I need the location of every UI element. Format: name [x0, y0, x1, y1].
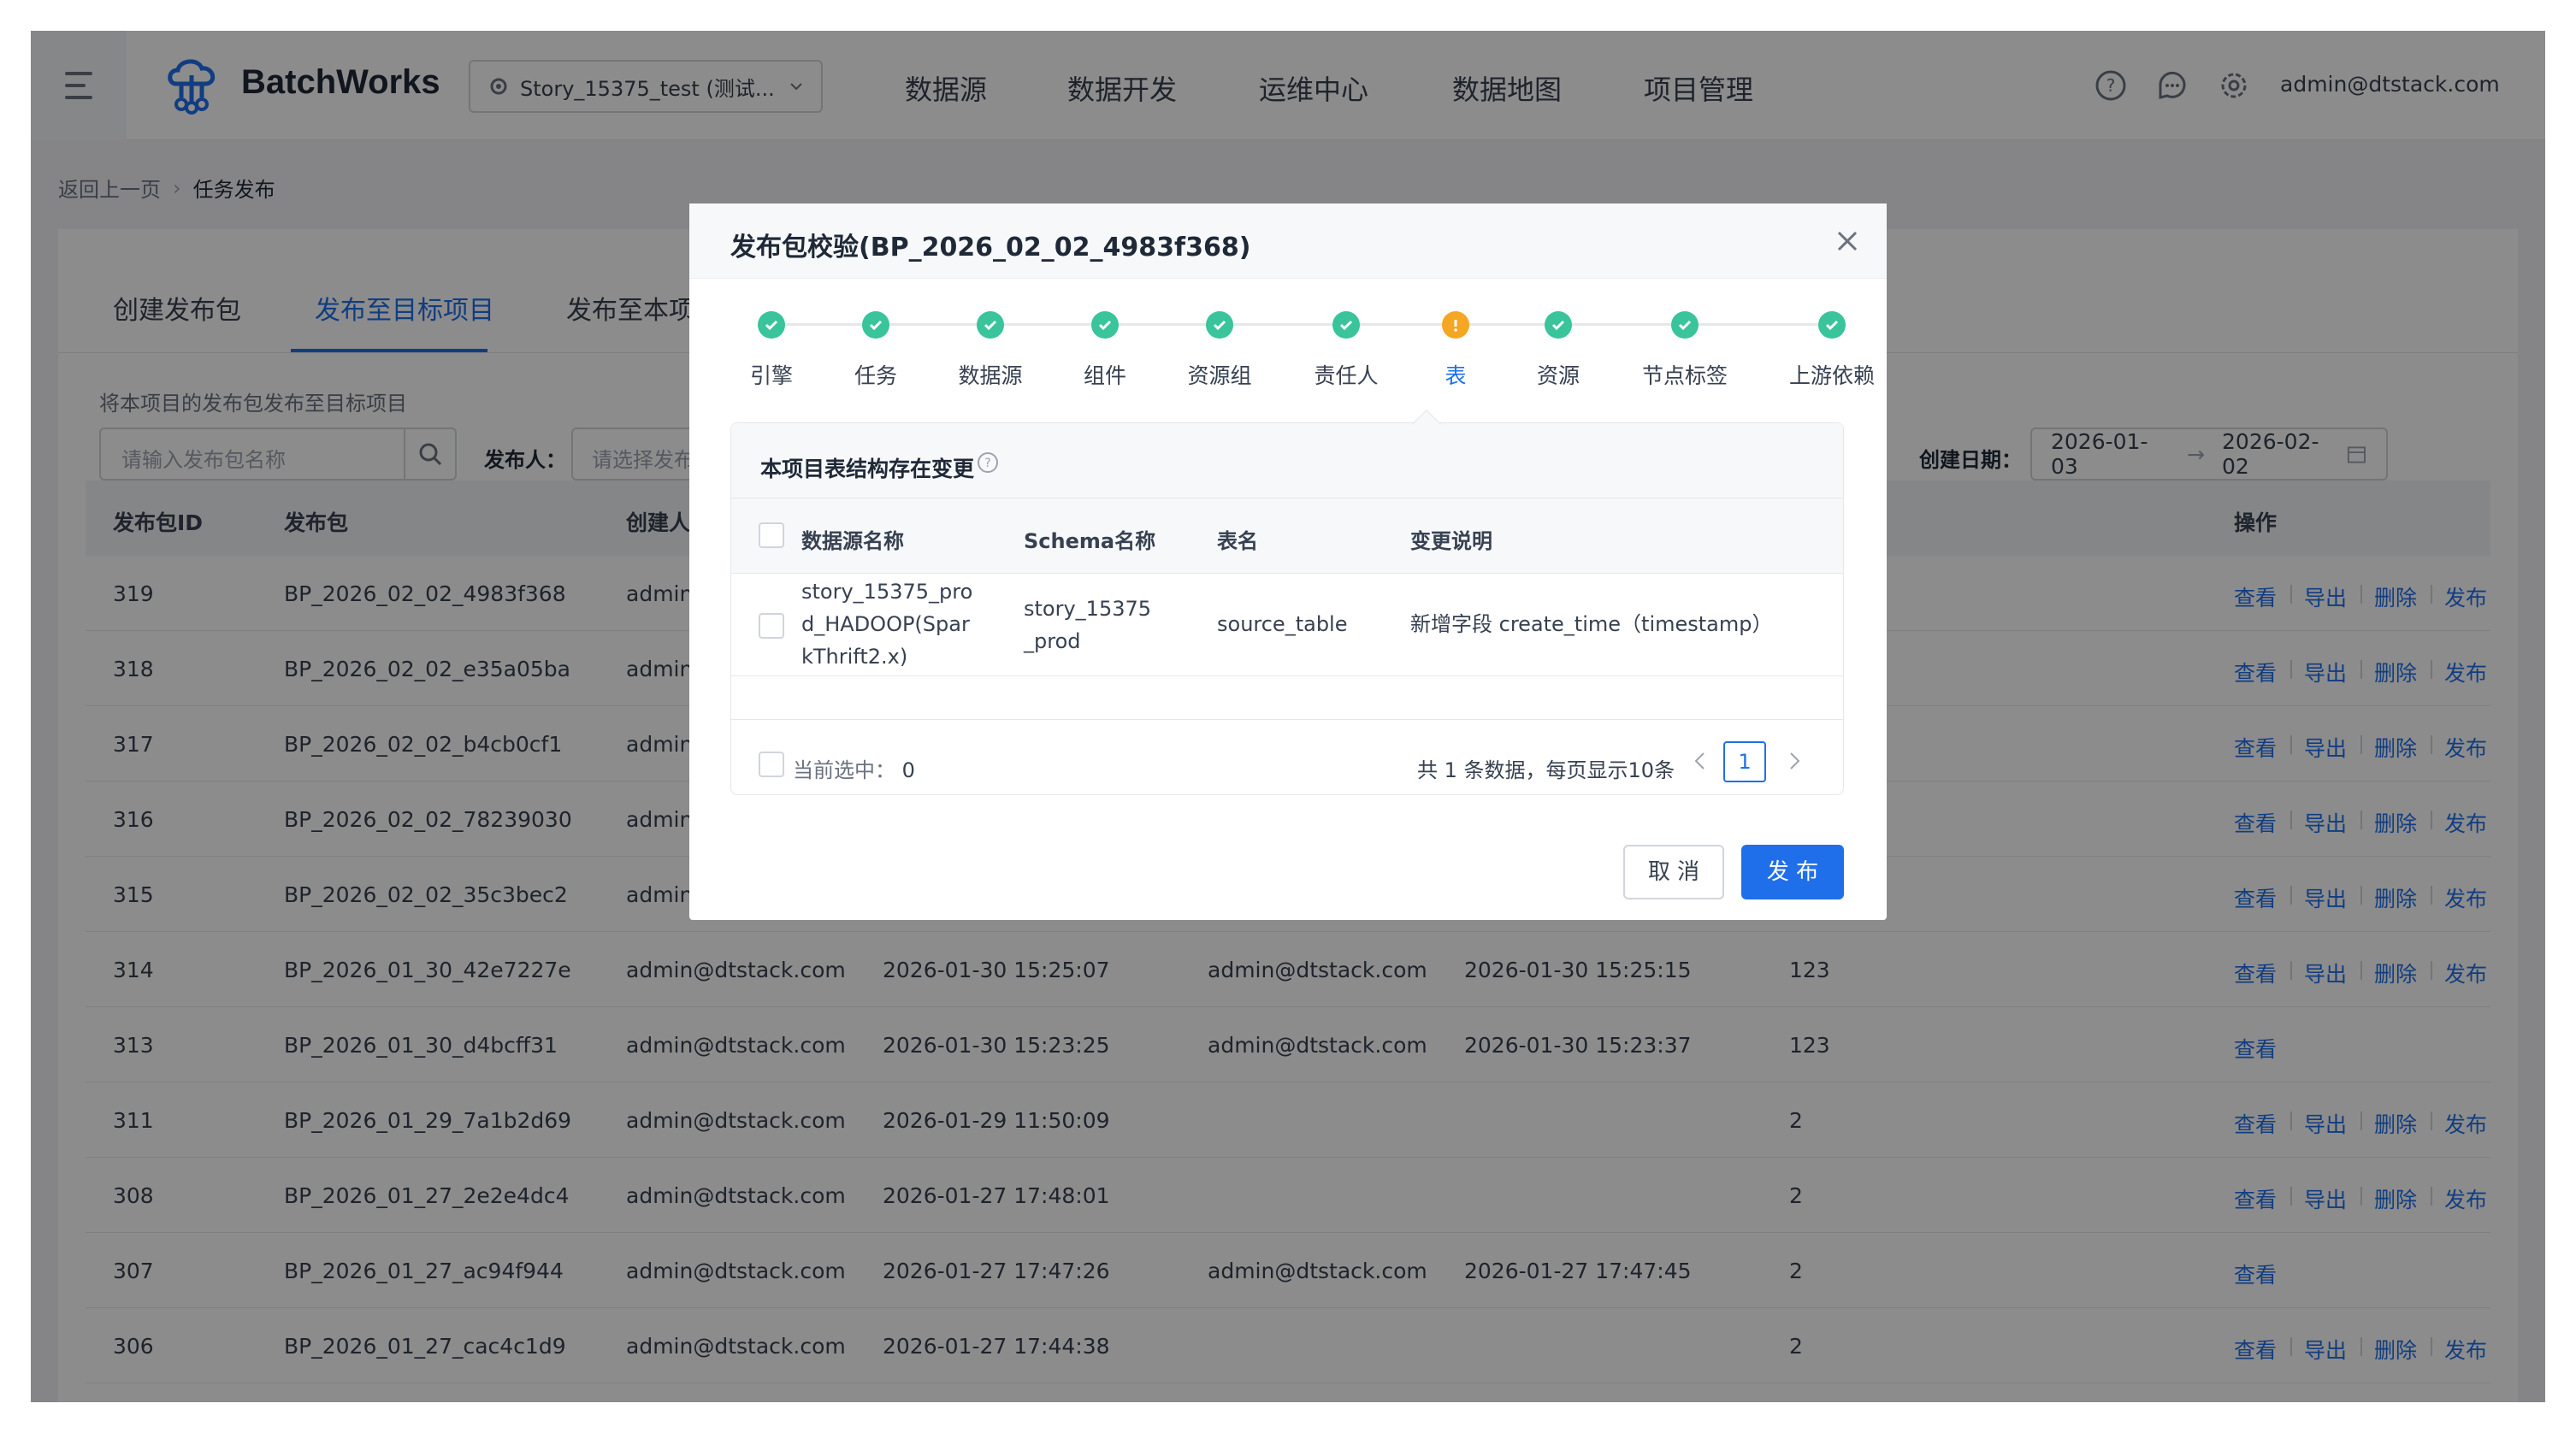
datasource-name-line: kThrift2.x)	[801, 645, 908, 669]
step-check-icon[interactable]	[1545, 311, 1572, 339]
step-label[interactable]: 资源组	[1187, 359, 1251, 390]
schema-name-line: story_15375	[1024, 597, 1152, 621]
step-check-icon[interactable]	[758, 311, 785, 339]
step-label[interactable]: 节点标签	[1642, 359, 1728, 390]
panel-title: 本项目表结构存在变更	[760, 457, 975, 481]
table-name: source_table	[1217, 612, 1348, 636]
publish-button[interactable]: 发 布	[1741, 845, 1844, 899]
step-check-icon[interactable]	[977, 311, 1004, 339]
column-header-table: 表名	[1217, 529, 1258, 553]
selected-count-label: 当前选中：	[793, 758, 895, 782]
step-warning-icon[interactable]	[1442, 311, 1469, 339]
pagination-summary: 共 1 条数据，每页显示10条	[1417, 758, 1675, 782]
selected-count-value: 0	[901, 758, 915, 782]
footer-select-checkbox[interactable]	[759, 752, 784, 777]
panel-header: 本项目表结构存在变更 ?	[731, 423, 1843, 498]
modal-header: 发布包校验(BP_2026_02_02_4983f368)	[689, 203, 1887, 279]
close-icon[interactable]	[1835, 229, 1859, 253]
table-change-panel: 本项目表结构存在变更 ? 数据源名称 Schema名称 表名 变更说明 stor…	[730, 422, 1844, 795]
column-header-change: 变更说明	[1410, 529, 1492, 553]
table-row: story_15375_pro d_HADOOP(Spar kThrift2.x…	[731, 574, 1843, 676]
step-label[interactable]: 引擎	[750, 359, 793, 390]
schema-name: story_15375 _prod	[1024, 593, 1151, 658]
step-check-icon[interactable]	[1091, 311, 1119, 339]
page-number-button[interactable]: 1	[1723, 741, 1766, 782]
step-label[interactable]: 表	[1445, 359, 1466, 390]
modal-title: 发布包校验(BP_2026_02_02_4983f368)	[730, 233, 1251, 262]
select-all-checkbox[interactable]	[759, 522, 784, 548]
app-window: BatchWorks Story_15375_test (测试... 数据源 数…	[31, 31, 2545, 1402]
datasource-name-line: story_15375_pro	[801, 580, 973, 604]
row-checkbox[interactable]	[759, 613, 784, 639]
step-label[interactable]: 责任人	[1314, 359, 1378, 390]
step-check-icon[interactable]	[1818, 311, 1846, 339]
datasource-name: story_15375_pro d_HADOOP(Spar kThrift2.x…	[801, 575, 972, 673]
schema-name-line: _prod	[1024, 629, 1081, 653]
column-header-schema: Schema名称	[1024, 529, 1156, 553]
steps-track	[768, 323, 1818, 326]
step-check-icon[interactable]	[1206, 311, 1233, 339]
cancel-button[interactable]: 取 消	[1623, 845, 1724, 899]
change-description: 新增字段 create_time（timestamp）	[1410, 612, 1773, 636]
step-check-icon[interactable]	[1671, 311, 1699, 339]
step-label[interactable]: 组件	[1084, 359, 1126, 390]
step-check-icon[interactable]	[1332, 311, 1360, 339]
column-header-datasource: 数据源名称	[801, 529, 904, 553]
step-label[interactable]: 任务	[854, 359, 897, 390]
datasource-name-line: d_HADOOP(Spar	[801, 612, 970, 636]
changes-table-header: 数据源名称 Schema名称 表名 变更说明	[731, 498, 1843, 574]
step-label[interactable]: 数据源	[958, 359, 1022, 390]
step-label[interactable]: 上游依赖	[1789, 359, 1875, 390]
step-check-icon[interactable]	[862, 311, 889, 339]
selected-count: 当前选中： 0	[793, 753, 915, 783]
chevron-right-icon[interactable]	[1783, 750, 1805, 772]
svg-text:?: ?	[984, 457, 990, 470]
chevron-left-icon[interactable]	[1689, 750, 1711, 772]
panel-footer-divider	[731, 719, 1843, 720]
question-circle-icon[interactable]: ?	[976, 451, 1000, 475]
package-validation-modal: 发布包校验(BP_2026_02_02_4983f368) 引擎 任务 数据源 组件 资…	[689, 203, 1887, 920]
step-label[interactable]: 资源	[1537, 359, 1580, 390]
